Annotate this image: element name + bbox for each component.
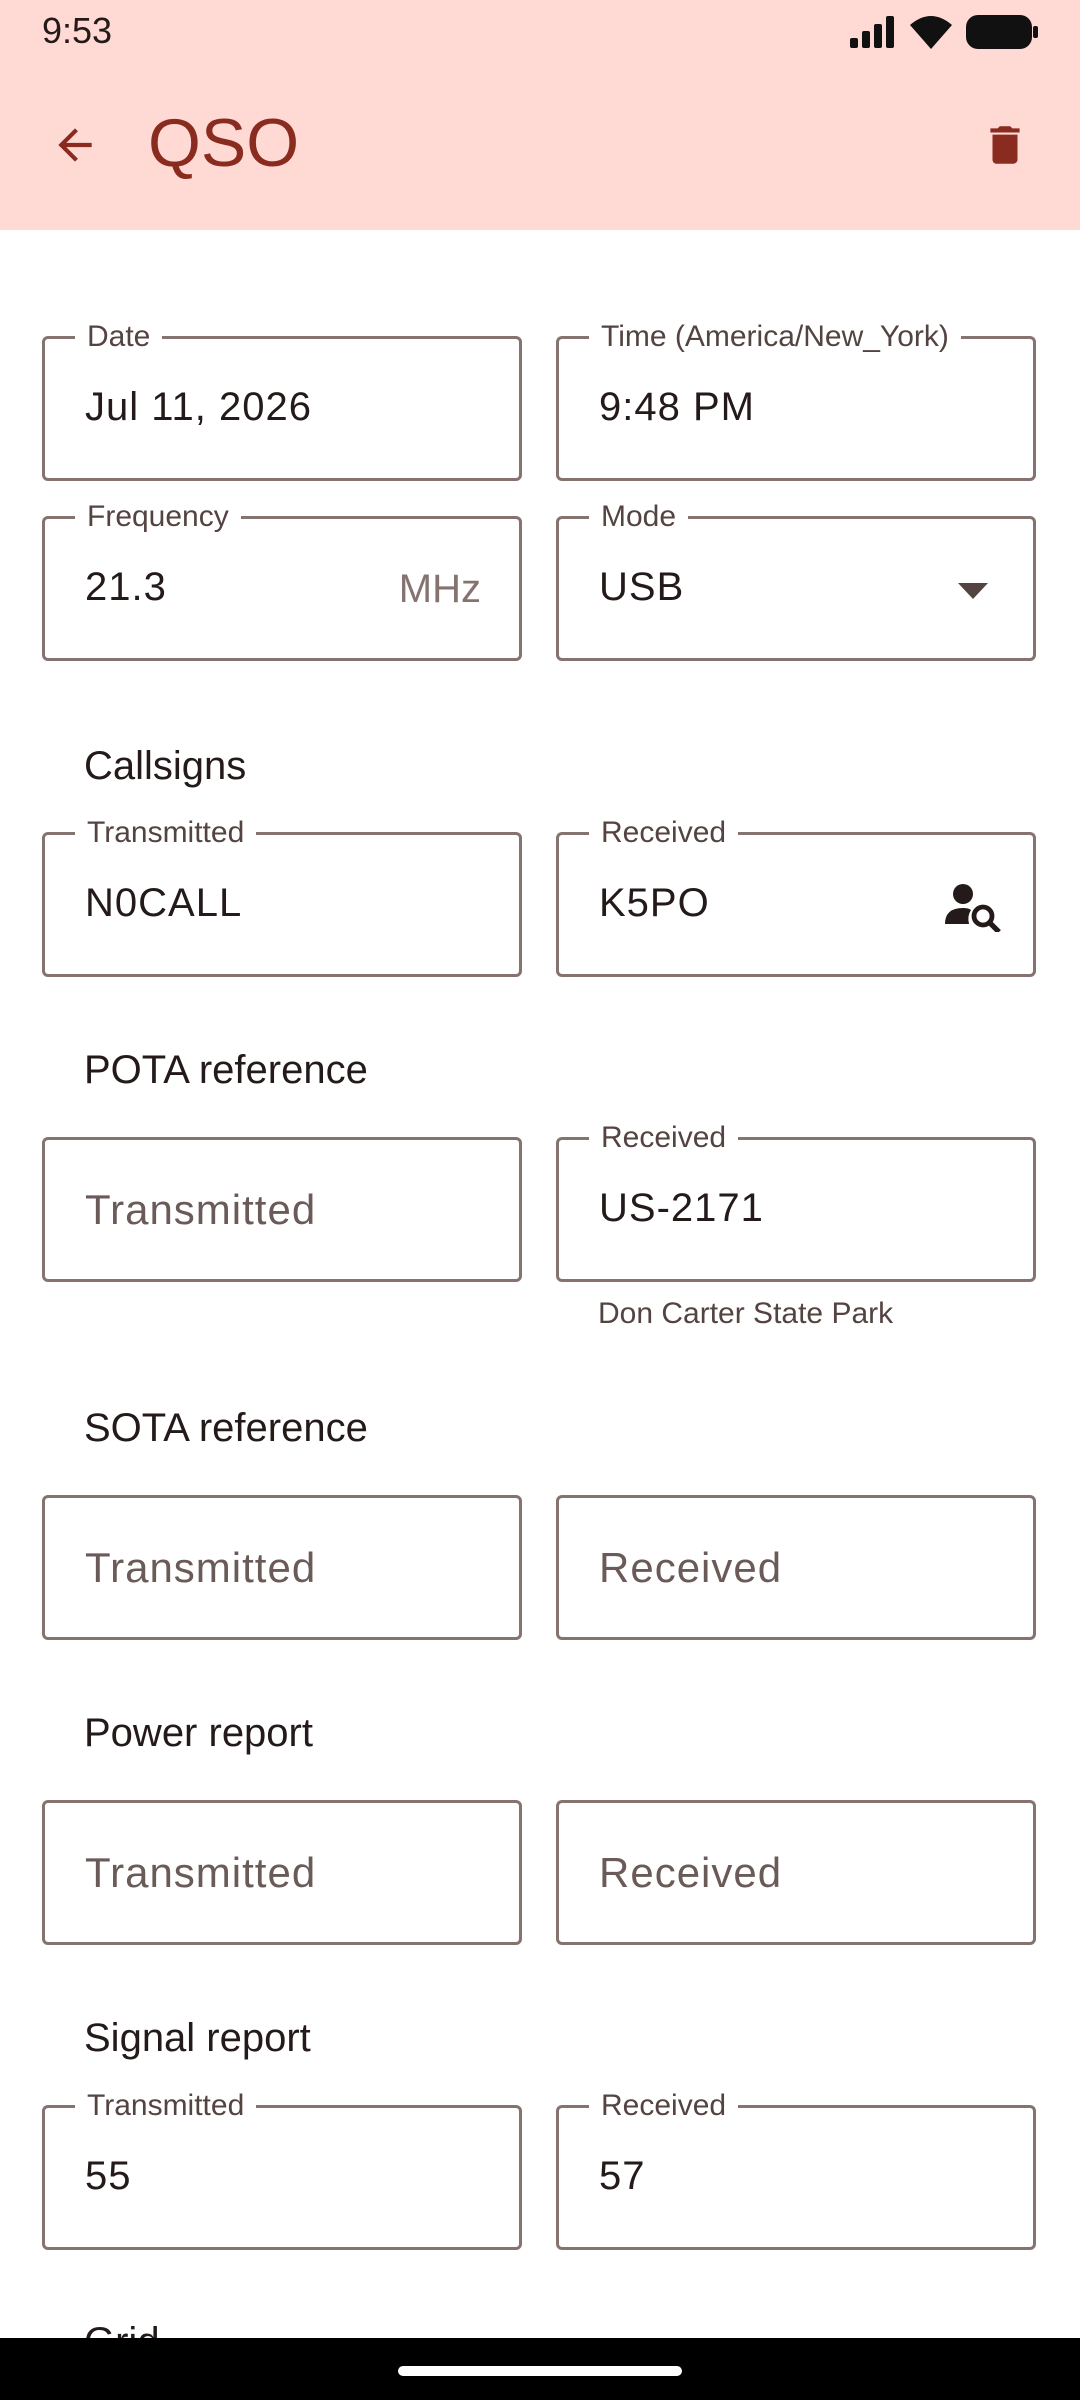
frequency-unit: MHz [398,567,481,611]
section-callsigns: Callsigns [84,744,247,788]
mode-select[interactable]: Mode USB [556,500,1036,661]
signal-transmitted-label: Transmitted [75,2089,257,2123]
callsign-transmitted-field[interactable]: Transmitted N0CALL [42,816,522,977]
date-field[interactable]: Date Jul 11, 2026 [42,320,522,481]
delete-button[interactable] [970,110,1040,180]
power-transmitted-placeholder: Transmitted [85,1849,317,1896]
home-gesture-handle[interactable] [398,2366,682,2376]
power-transmitted-field[interactable]: Transmitted [42,1800,522,1945]
signal-received-value: 57 [599,2154,646,2198]
time-field[interactable]: Time (America/New_York) 9:48 PM [556,320,1036,481]
section-signal-report: Signal report [84,2016,311,2060]
delete-icon [990,126,1020,164]
battery-icon [966,15,1038,49]
dropdown-arrow-icon[interactable] [943,561,1003,621]
back-arrow-icon [58,128,92,162]
signal-transmitted-value: 55 [85,2154,132,2198]
section-pota: POTA reference [84,1048,368,1092]
pota-park-name: Don Carter State Park [598,1297,894,1330]
status-time: 9:53 [42,10,113,51]
frequency-value: 21.3 [85,565,167,609]
back-button[interactable] [40,110,110,180]
section-power-report: Power report [84,1711,313,1755]
sota-received-field[interactable]: Received [556,1495,1036,1640]
wifi-icon [910,16,952,49]
power-received-placeholder: Received [599,1849,783,1896]
mode-value: USB [599,565,685,609]
time-label: Time (America/New_York) [589,320,961,354]
power-received-field[interactable]: Received [556,1800,1036,1945]
section-sota: SOTA reference [84,1406,368,1450]
signal-icon [850,16,894,48]
callsign-received-field[interactable]: Received K5PO [556,816,1036,977]
pota-received-value: US-2171 [599,1186,764,1230]
status-icons [850,12,1038,52]
page-title: QSO [148,105,300,181]
callsign-transmitted-label: Transmitted [75,816,257,850]
sota-transmitted-field[interactable]: Transmitted [42,1495,522,1640]
time-value: 9:48 PM [599,385,755,429]
mode-label: Mode [589,500,689,534]
pota-received-label: Received [589,1121,739,1155]
pota-transmitted-placeholder: Transmitted [85,1186,317,1233]
frequency-label: Frequency [75,500,241,534]
app-bar: 9:53 QSO [0,0,1080,230]
pota-transmitted-field[interactable]: Transmitted [42,1137,522,1282]
frequency-field[interactable]: Frequency 21.3 MHz [42,500,522,661]
person-search-icon[interactable] [943,877,1003,937]
sota-received-placeholder: Received [599,1544,783,1591]
date-value: Jul 11, 2026 [85,385,312,429]
callsign-received-value: K5PO [599,881,710,925]
callsign-transmitted-value: N0CALL [85,881,243,925]
pota-received-field[interactable]: Received US-2171 [556,1121,1036,1282]
signal-received-label: Received [589,2089,739,2123]
date-label: Date [75,320,163,354]
signal-transmitted-field[interactable]: Transmitted 55 [42,2089,522,2250]
sota-transmitted-placeholder: Transmitted [85,1544,317,1591]
callsign-received-label: Received [589,816,739,850]
signal-received-field[interactable]: Received 57 [556,2089,1036,2250]
